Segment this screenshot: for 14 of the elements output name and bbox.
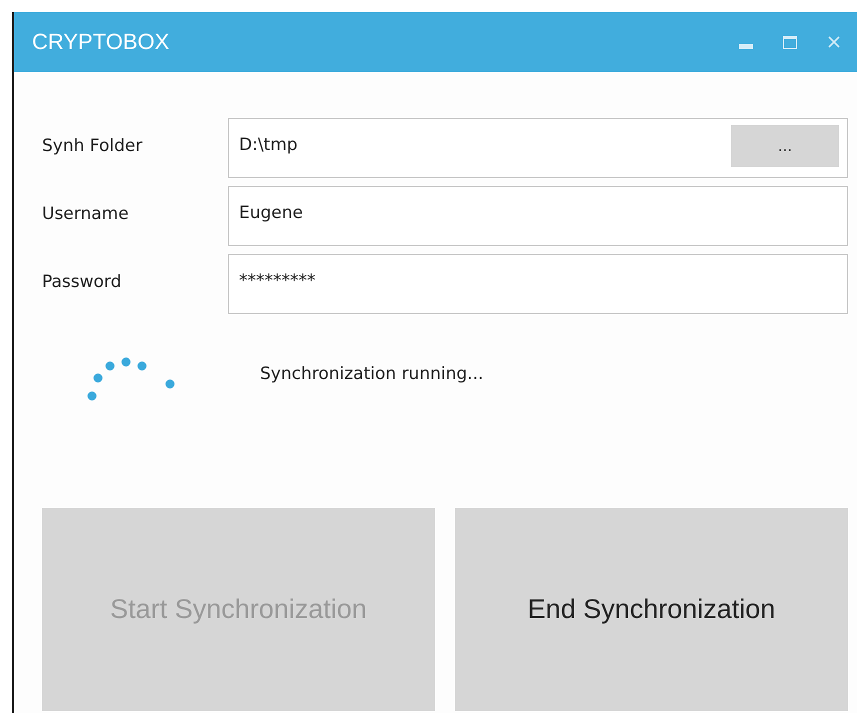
input-field[interactable]: Eugene [228,186,848,246]
field-value: Eugene [239,202,303,223]
status-text: Synchronization running... [260,364,484,384]
field-value: ********* [239,270,316,291]
browse-button[interactable]: ... [731,125,839,167]
sync-button[interactable]: End Synchronization [455,508,848,711]
input-field[interactable]: D:\tmp ... [228,118,848,178]
window-title: CRYPTOBOX [32,29,170,55]
close-icon [827,35,841,49]
input-field[interactable]: ********* [228,254,848,314]
field-label: Username [42,203,130,226]
field-label: Synh Folder [42,135,144,158]
field-value: D:\tmp [239,134,298,155]
field-label: Password [42,271,122,294]
